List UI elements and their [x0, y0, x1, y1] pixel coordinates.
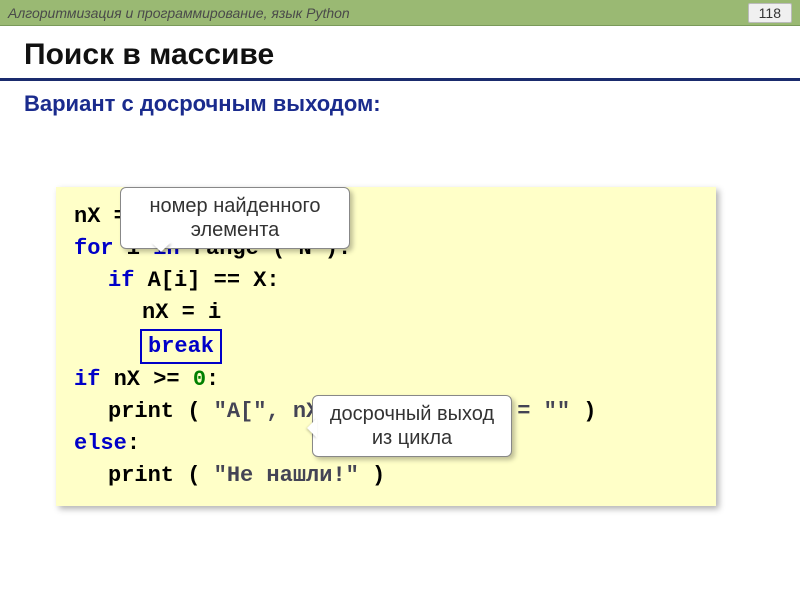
code-text: print ( — [108, 399, 214, 424]
code-line: nX = i — [74, 297, 698, 329]
course-title: Алгоритмизация и программирование, язык … — [8, 5, 350, 21]
code-text: ) — [570, 399, 596, 424]
content-area: номер найденного элемента nX = -1 for i … — [0, 187, 800, 506]
header-bar: Алгоритмизация и программирование, язык … — [0, 0, 800, 26]
slide-title: Поиск в массиве — [0, 26, 800, 78]
break-highlight: break — [140, 329, 222, 365]
callout-early-exit: досрочный выход из цикла — [312, 395, 512, 457]
code-text: : — [127, 431, 140, 456]
callout-found-index: номер найденного элемента — [120, 187, 350, 249]
slide-subtitle: Вариант с досрочным выходом: — [0, 81, 800, 117]
code-text: ) — [359, 463, 385, 488]
code-number: 0 — [193, 367, 206, 392]
code-string: "Не нашли!" — [214, 463, 359, 488]
code-line: print ( "Не нашли!" ) — [74, 460, 698, 492]
code-text: nX >= — [100, 367, 192, 392]
code-text: A[i] == X: — [134, 268, 279, 293]
code-line: break — [74, 329, 698, 365]
code-text: print ( — [108, 463, 214, 488]
code-text: : — [206, 367, 219, 392]
code-line: if A[i] == X: — [74, 265, 698, 297]
code-keyword: else — [74, 431, 127, 456]
code-line: if nX >= 0: — [74, 364, 698, 396]
page-number: 118 — [748, 3, 792, 23]
code-text: nX = i — [142, 300, 221, 325]
code-keyword: for — [74, 236, 114, 261]
code-keyword: if — [108, 268, 134, 293]
code-keyword: if — [74, 367, 100, 392]
